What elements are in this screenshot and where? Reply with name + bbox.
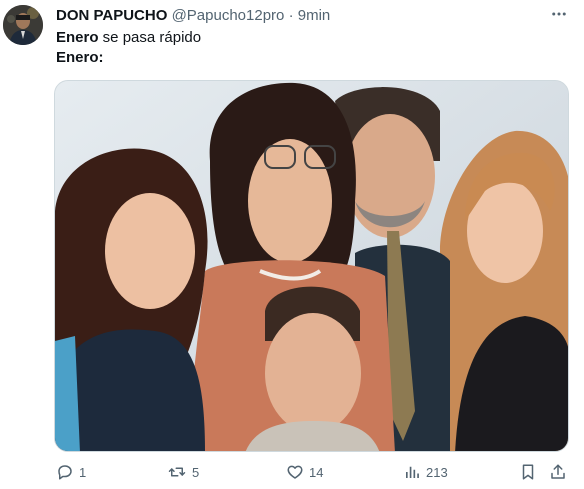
views-icon xyxy=(403,463,421,481)
author-display-name[interactable]: DON PAPUCHO xyxy=(56,7,167,24)
like-count: 14 xyxy=(309,464,324,480)
retweet-button[interactable]: 5 xyxy=(167,458,199,486)
bookmark-button[interactable] xyxy=(519,458,537,486)
tweet-line-2: Enero: xyxy=(56,48,201,68)
tweet-media-photo[interactable] xyxy=(54,80,569,452)
family-photo xyxy=(55,81,568,451)
more-options-button[interactable] xyxy=(548,6,570,26)
bookmark-icon xyxy=(519,463,537,481)
tweet-line-2-bold: Enero: xyxy=(56,49,104,66)
views-count: 213 xyxy=(426,464,448,480)
reply-count: 1 xyxy=(79,464,87,480)
tweet-line-1-rest: se pasa rápido xyxy=(98,29,202,46)
tweet-time[interactable]: 9min xyxy=(298,7,331,24)
author-handle[interactable]: @Papucho12pro xyxy=(172,7,285,24)
share-button[interactable] xyxy=(549,458,567,486)
tweet[interactable]: DON PAPUCHO @Papucho12pro · 9min Enero s… xyxy=(0,0,584,489)
like-button[interactable]: 14 xyxy=(286,458,323,486)
retweet-count: 5 xyxy=(192,464,200,480)
share-icon xyxy=(549,463,567,481)
header-separator: · xyxy=(288,7,294,24)
tweet-line-1: Enero se pasa rápido xyxy=(56,28,201,48)
tweet-actions: 1 5 14 213 xyxy=(0,458,584,486)
reply-button[interactable]: 1 xyxy=(56,458,86,486)
avatar-image xyxy=(3,5,43,45)
more-horizontal-icon xyxy=(550,5,568,28)
like-icon xyxy=(286,463,304,481)
tweet-line-1-bold: Enero xyxy=(56,29,99,46)
views-button[interactable]: 213 xyxy=(403,458,448,486)
reply-icon xyxy=(56,463,74,481)
avatar[interactable] xyxy=(3,5,43,45)
tweet-text: Enero se pasa rápido Enero: xyxy=(56,28,201,68)
retweet-icon xyxy=(167,463,187,481)
tweet-header: DON PAPUCHO @Papucho12pro · 9min xyxy=(56,6,330,26)
